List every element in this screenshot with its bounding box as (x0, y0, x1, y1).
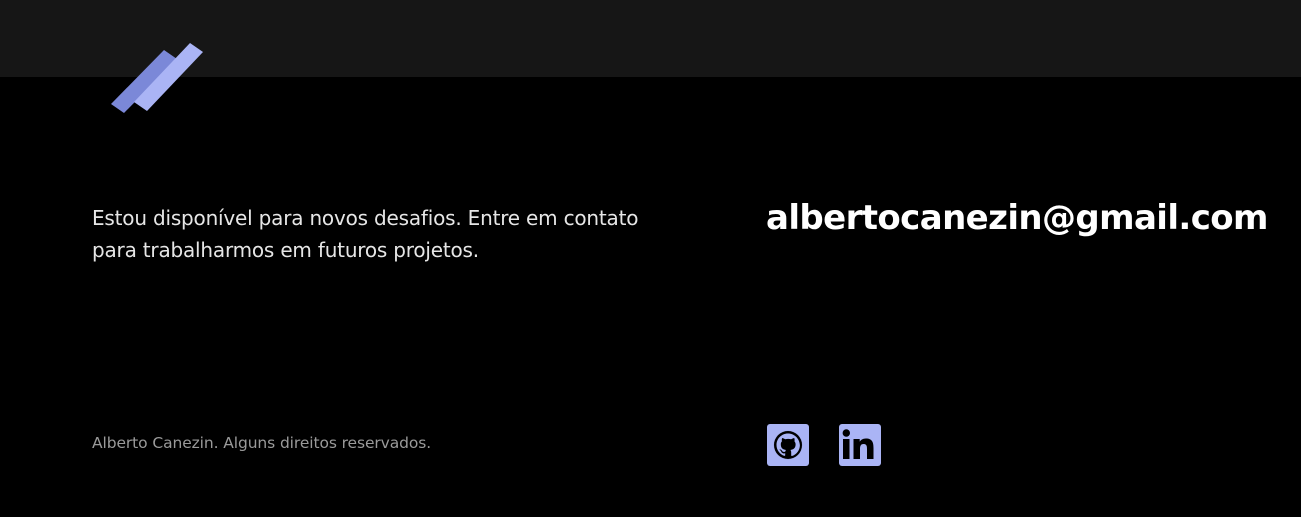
email-link[interactable]: albertocanezin@gmail.com (766, 198, 1268, 238)
logo-icon[interactable] (106, 38, 206, 114)
linkedin-icon (842, 429, 874, 459)
github-link[interactable]: GitHub (767, 424, 809, 466)
contact-tagline: Estou disponível para novos desafios. En… (92, 206, 639, 262)
social-links: GitHub LinkedIn (767, 424, 881, 466)
copyright-text: Alberto Canezin. Alguns direitos reserva… (92, 434, 432, 452)
linkedin-link[interactable]: LinkedIn (839, 424, 881, 466)
github-icon (773, 430, 803, 460)
